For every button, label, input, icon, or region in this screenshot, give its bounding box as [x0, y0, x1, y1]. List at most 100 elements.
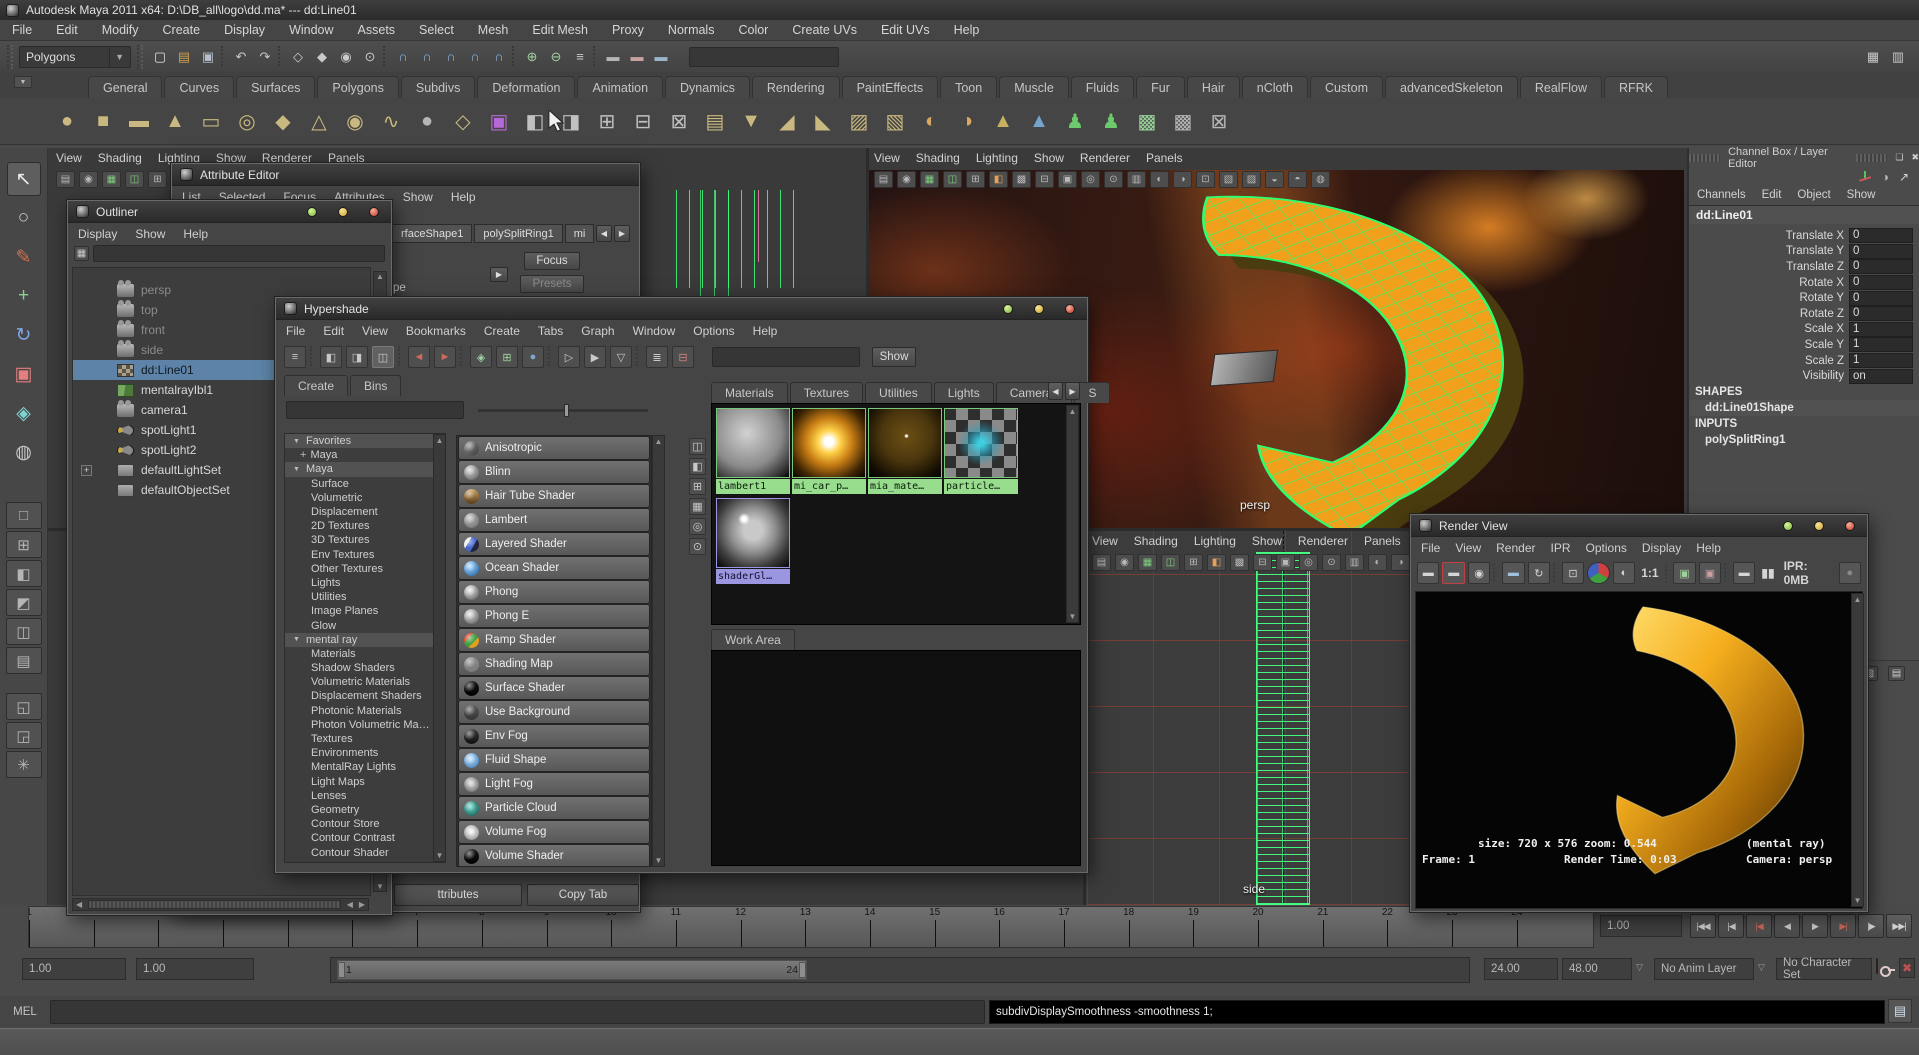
attribute-editor-node-tab[interactable]: rfaceShape1	[392, 224, 472, 243]
render-view-menu-item[interactable]: IPR	[1551, 541, 1571, 555]
menu-item[interactable]: Assets	[358, 23, 396, 37]
numeric-input-field[interactable]	[689, 47, 839, 67]
channel-box-menu-item[interactable]: Channels	[1697, 189, 1746, 201]
slider-handle[interactable]	[564, 404, 569, 417]
create-material-button[interactable]: Env Fog	[458, 724, 650, 748]
playback-button[interactable]: |◀◀	[1690, 914, 1716, 938]
panel-toolbar-icon[interactable]: ◒	[1265, 171, 1284, 188]
channel-value-field[interactable]: on	[1849, 369, 1913, 384]
layout-shortcut-button[interactable]: ◫	[6, 618, 42, 645]
create-material-button[interactable]: Light Fog	[458, 772, 650, 796]
tab-scroll-right-icon[interactable]: ▶	[1065, 382, 1080, 400]
status-icon[interactable]: ∩	[440, 46, 462, 68]
panel-toolbar-icon[interactable]: ◫	[1161, 554, 1180, 571]
panel-toolbar-icon[interactable]: ⊙	[1104, 171, 1123, 188]
scroll-up-icon[interactable]: ▲	[1069, 407, 1077, 416]
shelf-tool-icon[interactable]: ■	[88, 105, 118, 137]
shelf-tab[interactable]: Fluids	[1071, 76, 1134, 98]
hypershade-tab[interactable]: Bins	[350, 375, 401, 396]
menu-item[interactable]: Create	[163, 23, 201, 37]
render-view-toolbar-icon[interactable]: ▬	[1502, 562, 1524, 584]
shelf-tab[interactable]: Subdivs	[401, 76, 475, 98]
hypershade-menu-item[interactable]: Bookmarks	[406, 324, 466, 338]
swatch-label[interactable]: mi_car_p…	[792, 479, 866, 494]
close-light[interactable]	[369, 207, 379, 217]
scroll-down-icon[interactable]: ▼	[1069, 612, 1077, 621]
material-swatch[interactable]: shaderGl…	[716, 498, 790, 584]
create-tree-item[interactable]: Light Maps	[285, 775, 445, 789]
panel-menu-item[interactable]: Renderer	[1298, 534, 1348, 548]
minimize-light[interactable]	[1003, 304, 1013, 314]
hypershade-menu-item[interactable]: Options	[693, 324, 734, 338]
animation-start-field[interactable]: 1.00	[22, 958, 126, 980]
hypershade-toolbar-icon[interactable]: ◧	[320, 346, 342, 368]
create-material-button[interactable]: Blinn	[458, 460, 650, 484]
outliner-menu-item[interactable]: Display	[78, 227, 117, 241]
pane-option-icon[interactable]: ⊙	[689, 538, 706, 555]
sidebar-toggle-icon[interactable]: ▥	[1887, 46, 1909, 68]
panel-toolbar-icon[interactable]: ⊟	[1035, 171, 1054, 188]
shelf-tab[interactable]: Animation	[577, 76, 663, 98]
status-icon[interactable]: ≡	[569, 46, 591, 68]
pane-option-icon[interactable]: ▦	[689, 498, 706, 515]
channel-name[interactable]: Translate Y	[1689, 245, 1849, 257]
channel-value-field[interactable]: 1	[1849, 337, 1913, 352]
hypershade-toolbar-icon[interactable]: ▽	[610, 346, 632, 368]
scene-tab[interactable]: Materials	[711, 382, 788, 403]
channel-value-field[interactable]: 0	[1849, 275, 1913, 290]
render-view-scrollbar[interactable]: ▲ ▼	[1851, 593, 1864, 907]
hypershade-toolbar-icon[interactable]: ►	[434, 346, 456, 368]
create-material-button[interactable]: Volume Shader	[458, 844, 650, 867]
render-view-toolbar-icon[interactable]: ◐	[1613, 562, 1635, 584]
playback-button[interactable]: |▶	[1858, 914, 1884, 938]
time-slider-frame[interactable]: 24	[1517, 907, 1582, 947]
render-image[interactable]: size: 720 x 576 zoom: 0.544 (mental ray)…	[1415, 591, 1863, 909]
shelf-tool-icon[interactable]: ◣	[808, 105, 838, 137]
scroll-down-icon[interactable]: ▼	[1854, 896, 1862, 905]
render-view-titlebar[interactable]: Render View	[1411, 515, 1867, 537]
panel-toolbar-icon[interactable]: ◧	[989, 171, 1008, 188]
panel-menu-item[interactable]: View	[1092, 534, 1118, 548]
tab-scroll-left-icon[interactable]: ◀	[596, 225, 612, 242]
hypershade-toolbar-icon[interactable]: ◨	[346, 346, 368, 368]
status-icon[interactable]: ▬	[650, 46, 672, 68]
panel-toolbar-icon[interactable]: ▥	[1127, 171, 1146, 188]
scroll-down-icon[interactable]: ▼	[376, 882, 384, 891]
shelf-tool-icon[interactable]: ⊞	[592, 105, 622, 137]
create-tree-item[interactable]: Environments	[285, 746, 445, 760]
scene-tab[interactable]: Lights	[934, 382, 994, 403]
status-icon[interactable]: ⊕	[521, 46, 543, 68]
layout-shortcut-button[interactable]: ⊞	[6, 531, 42, 558]
shelf-tool-icon[interactable]: ●	[52, 105, 82, 137]
panel-menu-item[interactable]: Renderer	[1080, 151, 1130, 165]
scroll-right-icon[interactable]: ▶	[356, 900, 368, 909]
create-material-button[interactable]: Shading Map	[458, 652, 650, 676]
tab-scroll-right-icon[interactable]: ▶	[614, 225, 630, 242]
panel-toolbar-icon[interactable]: ◍	[1311, 171, 1330, 188]
material-list-scrollbar[interactable]: ▲ ▼	[652, 435, 665, 867]
scene-tab[interactable]: Textures	[790, 382, 863, 403]
playback-start-field[interactable]: 1.00	[136, 958, 254, 980]
time-slider-frame[interactable]: 9	[547, 907, 612, 947]
create-tree-item[interactable]: mental ray	[285, 633, 445, 647]
layout-shortcut-button[interactable]: ◲	[6, 722, 42, 749]
range-slider-bar[interactable]: 1 24	[337, 960, 807, 980]
status-icon[interactable]: ▢	[149, 46, 171, 68]
status-icon[interactable]	[221, 46, 228, 66]
status-icon[interactable]	[278, 46, 285, 66]
time-slider-frame[interactable]: 8	[482, 907, 547, 947]
shelf-tool-icon[interactable]: ◎	[232, 105, 262, 137]
animation-preferences-icon[interactable]: ✖	[1899, 958, 1915, 978]
close-icon[interactable]: ✖	[1911, 152, 1919, 163]
create-tree-item[interactable]: MentalRay Lights	[285, 760, 445, 774]
focus-button[interactable]: Focus	[524, 252, 580, 270]
render-view-toolbar-icon[interactable]: ◉	[1468, 562, 1490, 584]
create-tree-item[interactable]: Maya	[285, 448, 445, 462]
swatch-scrollbar[interactable]: ▲ ▼	[1066, 405, 1079, 623]
undock-icon[interactable]: ❏	[1895, 152, 1903, 163]
panel-toolbar-icon[interactable]: ◓	[1288, 171, 1307, 188]
panel-toolbar-icon[interactable]: ⊞	[966, 171, 985, 188]
input-node[interactable]: polySplitRing1	[1689, 432, 1919, 448]
channel-box-menu-item[interactable]: Edit	[1762, 189, 1782, 201]
menu-item[interactable]: Display	[224, 23, 265, 37]
